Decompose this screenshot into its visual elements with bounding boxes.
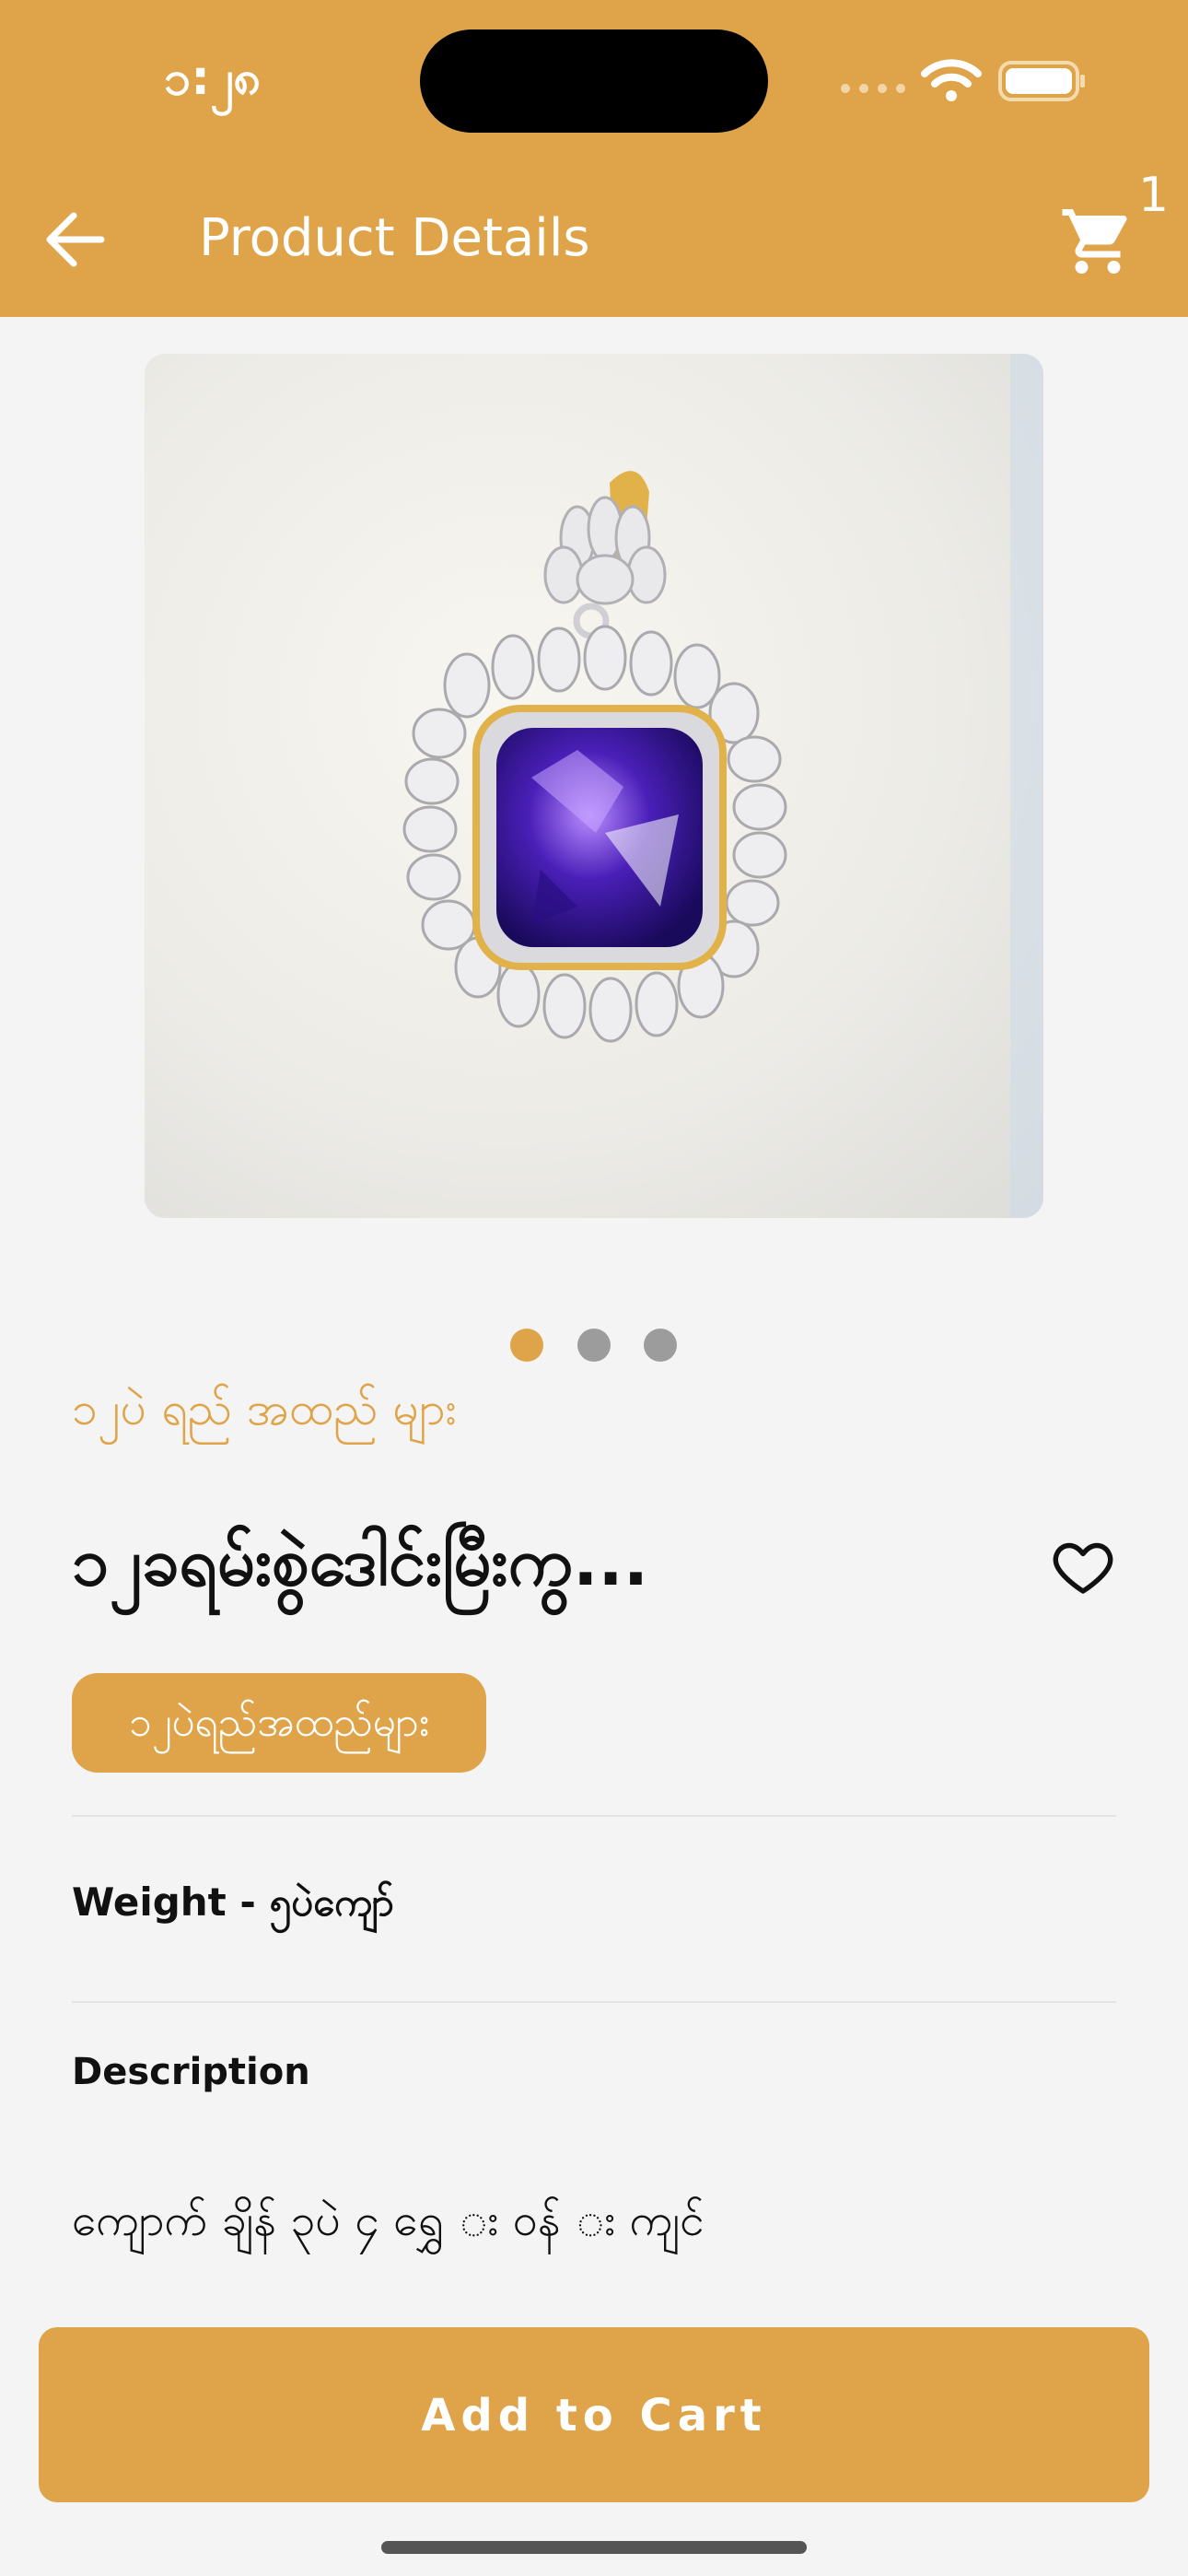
carousel-indicator	[510, 1329, 678, 1365]
carousel-dot-2[interactable]	[577, 1329, 611, 1362]
description-heading: Description	[72, 2051, 310, 2093]
cellular-signal-icon	[841, 84, 905, 93]
shopping-cart-icon	[1062, 209, 1127, 274]
arrow-left-icon	[46, 212, 105, 267]
page-title: Product Details	[199, 208, 590, 268]
description-text: ကျောက် ချိန် ၃ပဲ ၄ ရွှေ း ၀န် း ကျင်	[72, 2195, 705, 2246]
cart-button[interactable]	[1059, 203, 1136, 280]
app-header: ၁:၂၈ Product Details 1	[0, 0, 1188, 317]
product-category: ၁၂ပဲ ရည် အထည် များ	[72, 1382, 458, 1435]
add-to-cart-button[interactable]: Add to Cart	[39, 2327, 1149, 2502]
wifi-icon	[921, 59, 982, 101]
carousel-dot-1[interactable]	[510, 1329, 543, 1362]
cart-count-badge: 1	[1138, 168, 1170, 223]
carousel-dot-3[interactable]	[644, 1329, 677, 1362]
category-tag[interactable]: ၁၂ပဲရည်အထည်များ	[72, 1673, 486, 1773]
divider	[72, 2001, 1116, 2003]
product-weight: Weight - ၅ပဲကျော်	[72, 1879, 394, 1925]
divider	[72, 1815, 1116, 1817]
battery-icon	[998, 61, 1085, 101]
dynamic-island	[420, 29, 768, 133]
favorite-button[interactable]	[1050, 1533, 1116, 1599]
back-button[interactable]	[41, 205, 111, 275]
status-time: ၁:၂၈	[164, 51, 262, 106]
pendant-photo	[402, 354, 1043, 1218]
heart-icon	[1053, 1542, 1113, 1594]
home-indicator	[381, 2541, 807, 2554]
product-name: ၁၂ခရမ်းစွဲဒေါင်းမြီးကွ...	[72, 1523, 649, 1600]
product-image[interactable]	[145, 354, 1043, 1218]
